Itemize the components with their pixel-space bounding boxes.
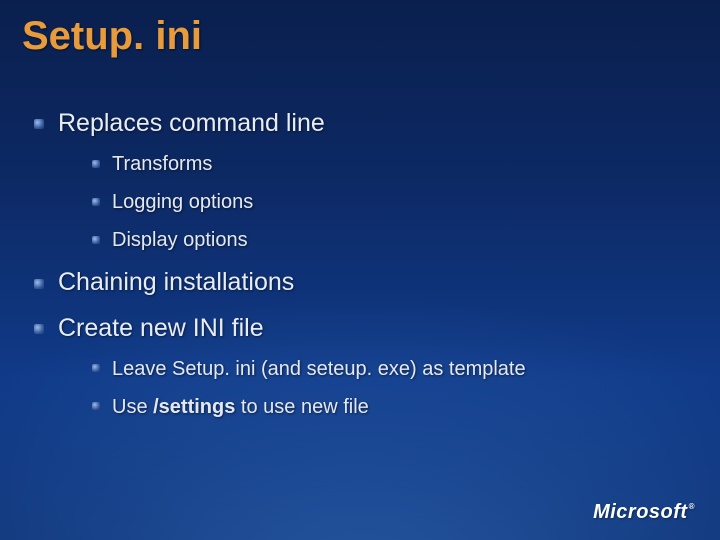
bullet-list-level1: Replaces command line Transforms Logging… (34, 108, 680, 420)
sub-bullet-text: Display options (112, 229, 248, 251)
bullet-item: Create new INI file Leave Setup. ini (an… (34, 313, 680, 420)
bullet-list-level2: Leave Setup. ini (and seteup. exe) as te… (58, 356, 680, 420)
sub-bullet-bold: /settings (153, 396, 235, 418)
bullet-list-level2: Transforms Logging options Display optio… (58, 151, 680, 253)
sub-bullet-item: Use /settings to use new file (92, 394, 680, 420)
sub-bullet-text: to use new file (235, 396, 368, 418)
slide-content: Replaces command line Transforms Logging… (34, 108, 680, 434)
bullet-text: Replaces command line (58, 109, 325, 137)
bullet-text: Create new INI file (58, 314, 264, 342)
slide-title: Setup. ini (22, 14, 202, 59)
sub-bullet-text: Logging options (112, 191, 253, 213)
sub-bullet-text: Leave Setup. ini (and seteup. exe) as te… (112, 358, 526, 380)
bullet-text: Chaining installations (58, 268, 294, 296)
sub-bullet-item: Leave Setup. ini (and seteup. exe) as te… (92, 356, 680, 382)
slide: Setup. ini Replaces command line Transfo… (0, 0, 720, 540)
sub-bullet-item: Display options (92, 227, 680, 253)
sub-bullet-item: Transforms (92, 151, 680, 177)
bullet-item: Chaining installations (34, 267, 680, 298)
sub-bullet-text: Transforms (112, 153, 212, 175)
sub-bullet-text: Use (112, 396, 153, 418)
sub-bullet-item: Logging options (92, 189, 680, 215)
bullet-item: Replaces command line Transforms Logging… (34, 108, 680, 253)
microsoft-logo: Microsoft (593, 501, 694, 524)
